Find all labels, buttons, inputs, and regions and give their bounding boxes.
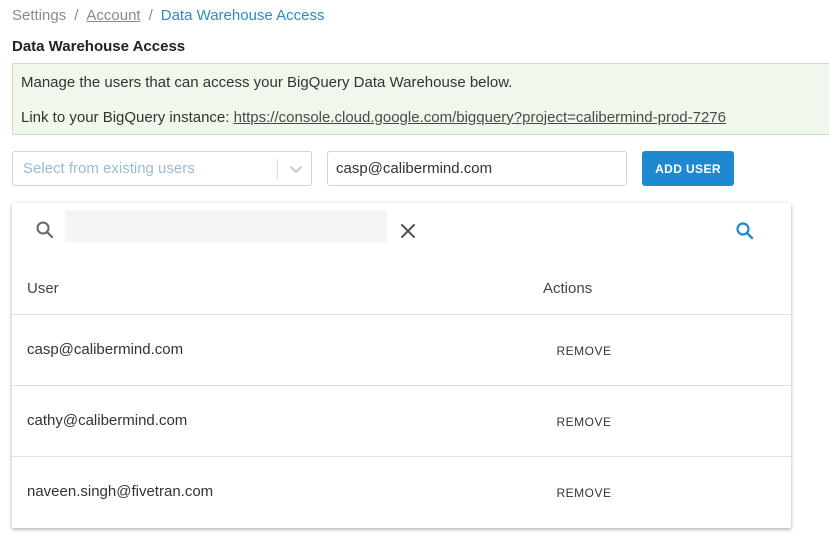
bigquery-link[interactable]: https://console.cloud.google.com/bigquer…	[234, 109, 726, 126]
breadcrumb-settings[interactable]: Settings	[12, 7, 66, 24]
row-user-email: casp@calibermind.com	[27, 341, 184, 358]
close-icon[interactable]	[398, 221, 418, 241]
remove-button[interactable]: REMOVE	[549, 340, 619, 362]
email-input[interactable]	[327, 151, 627, 186]
breadcrumb-separator: /	[74, 7, 79, 24]
remove-button[interactable]: REMOVE	[549, 411, 619, 433]
row-user-email: naveen.singh@fivetran.com	[27, 483, 214, 500]
column-header-user: User	[27, 280, 59, 297]
table-row: casp@calibermind.com REMOVE	[12, 315, 791, 386]
add-user-button[interactable]: ADD USER	[642, 151, 734, 186]
breadcrumb-current: Data Warehouse Access	[160, 7, 325, 24]
info-link-prefix: Link to your BigQuery instance:	[21, 109, 234, 126]
info-description: Manage the users that can access your Bi…	[21, 74, 513, 91]
users-table: User Actions casp@calibermind.com REMOVE…	[12, 203, 791, 528]
table-row: naveen.singh@fivetran.com REMOVE	[12, 457, 791, 528]
table-search-input[interactable]	[65, 210, 387, 242]
breadcrumb: Settings / Account / Data Warehouse Access	[12, 7, 324, 24]
breadcrumb-account-link[interactable]: Account	[86, 7, 140, 24]
existing-users-select[interactable]: Select from existing users	[12, 151, 312, 186]
select-placeholder: Select from existing users	[23, 160, 195, 177]
info-box: Manage the users that can access your Bi…	[12, 63, 829, 135]
column-header-actions: Actions	[543, 280, 593, 297]
info-link-line: Link to your BigQuery instance: https://…	[21, 109, 726, 126]
remove-button[interactable]: REMOVE	[549, 482, 619, 504]
search-icon[interactable]	[734, 220, 756, 242]
row-user-email: cathy@calibermind.com	[27, 412, 188, 429]
table-row: cathy@calibermind.com REMOVE	[12, 386, 791, 457]
breadcrumb-separator: /	[148, 7, 153, 24]
search-icon	[36, 221, 54, 239]
select-divider	[277, 159, 278, 179]
page-title: Data Warehouse Access	[12, 38, 186, 55]
chevron-down-icon[interactable]	[287, 160, 305, 178]
